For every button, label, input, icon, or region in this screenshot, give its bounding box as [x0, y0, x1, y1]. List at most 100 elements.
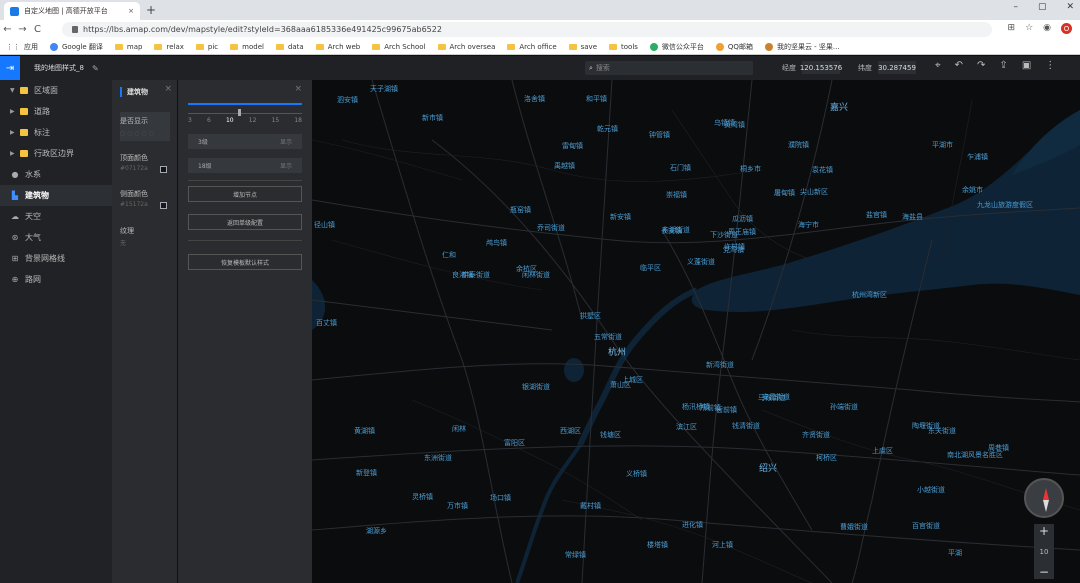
redo-icon[interactable]: ↷: [977, 60, 985, 71]
bookmark-pic[interactable]: pic: [195, 43, 218, 51]
address-bar-row: ← → C https://lbs.amap.com/dev/mapstyle/…: [0, 20, 1080, 39]
map-label: 戴村镇: [580, 502, 601, 510]
compass-south-needle: [1043, 500, 1049, 512]
bookmark-tools[interactable]: tools: [609, 43, 638, 51]
tab-close-icon[interactable]: ×: [128, 7, 134, 15]
bookmark-arch-school[interactable]: Arch School: [372, 43, 426, 51]
locate-icon[interactable]: ⌖: [935, 60, 941, 71]
zoom-node-row[interactable]: 3级 显示: [188, 134, 302, 149]
visibility-toggle[interactable]: ○ ○ ○ ○ ○: [120, 130, 154, 137]
style-panel-title: 建筑物: [120, 87, 148, 97]
map-label: 百丈镇: [316, 319, 337, 327]
bookmark-apps[interactable]: ⋮⋮ 应用: [6, 42, 38, 52]
bookmark-save[interactable]: save: [568, 43, 597, 51]
bookmark-relax[interactable]: relax: [154, 43, 184, 51]
bookmark-map[interactable]: map: [114, 43, 142, 51]
bookmark-model[interactable]: model: [230, 43, 264, 51]
back-icon[interactable]: ←: [0, 24, 15, 35]
compass-icon[interactable]: [1024, 478, 1064, 518]
bookmark-arch-office[interactable]: Arch office: [507, 43, 557, 51]
map-label: 西湖区: [560, 427, 581, 435]
layer-item-building[interactable]: ▙ 建筑物: [0, 185, 112, 206]
layer-group-label[interactable]: ▶ 标注: [0, 122, 112, 143]
minimize-button[interactable]: –: [1013, 2, 1018, 12]
edit-pencil-icon[interactable]: ✎: [92, 64, 99, 73]
lock-icon: [72, 26, 78, 33]
bookmark-jianguoyun[interactable]: 我的坚果云 - 坚果...: [764, 42, 840, 52]
layer-group-area[interactable]: ▼ 区域面: [0, 80, 112, 101]
back-to-single-level-button[interactable]: 返回单级配置: [188, 214, 302, 230]
longitude-value[interactable]: 120.153576: [800, 61, 842, 74]
url-field[interactable]: https://lbs.amap.com/dev/mapstyle/edit?s…: [62, 22, 992, 37]
extension-icon[interactable]: O: [1061, 23, 1072, 34]
map-label: 黄湾镇: [724, 121, 745, 129]
zoom-out-button[interactable]: −: [1039, 565, 1049, 579]
map-label: 闲林: [452, 425, 466, 433]
undo-icon[interactable]: ↶: [955, 60, 963, 71]
browser-tab[interactable]: 自定义地图 | 高德开放平台 ×: [4, 2, 140, 20]
bookmark-google-translate[interactable]: Google 翻译: [50, 42, 103, 52]
map-label: 径山镇: [314, 221, 335, 229]
bookmark-qqmail[interactable]: QQ邮箱: [715, 42, 753, 52]
map-label: 义蓬街道: [687, 258, 715, 266]
app-logo-icon[interactable]: ⇥: [0, 56, 20, 80]
close-window-button[interactable]: ✕: [1066, 2, 1074, 12]
save-icon[interactable]: ▣: [1022, 60, 1031, 71]
zoom-slider-track[interactable]: [188, 113, 302, 114]
divider: [188, 240, 302, 241]
building-icon: ▙: [11, 191, 19, 200]
more-icon[interactable]: ⋮: [1045, 60, 1055, 71]
map-label: 雷甸镇: [562, 142, 583, 150]
map-label: 桐乡市: [740, 165, 761, 173]
close-icon[interactable]: ×: [294, 84, 302, 94]
zoom-node-row[interactable]: 18级 显示: [188, 158, 302, 173]
map-canvas[interactable]: 嘉兴 杭州 绍兴 天子湖镇 泗安镇 和平镇 洛舍镇 新市镇 雷甸镇 乾元镇 钟管…: [312, 80, 1080, 583]
zoom-in-button[interactable]: +: [1039, 524, 1049, 538]
side-color-swatch[interactable]: [160, 202, 167, 209]
bookmark-arch-web[interactable]: Arch web: [315, 43, 360, 51]
bookmark-star-icon[interactable]: ☆: [1025, 23, 1033, 34]
compass-north-needle: [1043, 488, 1049, 500]
add-node-button[interactable]: 增加节点: [188, 186, 302, 202]
tab-title: 自定义地图 | 高德开放平台: [24, 7, 108, 15]
style-panel: 建筑物 × 是否显示 ○ ○ ○ ○ ○ 顶面颜色 #07172a 侧面颜色 #…: [112, 80, 178, 583]
bookmark-data[interactable]: data: [275, 43, 304, 51]
map-label: 乔司街道: [537, 224, 565, 232]
latitude-value[interactable]: 30.287459: [878, 61, 916, 74]
maximize-button[interactable]: ▢: [1038, 2, 1047, 12]
reload-icon[interactable]: C: [30, 24, 45, 35]
map-label: 义桥镇: [626, 470, 647, 478]
search-input[interactable]: ⌕ 搜索: [585, 61, 753, 75]
map-label: 东洲街道: [424, 454, 452, 462]
top-color-swatch[interactable]: [160, 166, 167, 173]
map-label: 中泰街道: [462, 271, 490, 279]
layer-item-sky[interactable]: ☁ 天空: [0, 206, 112, 227]
map-label: 天子湖镇: [370, 85, 398, 93]
layer-item-roadnet[interactable]: ⊕ 路网: [0, 269, 112, 290]
translate-icon[interactable]: ⊞: [1008, 23, 1016, 34]
bookmark-wechat[interactable]: 微信公众平台: [649, 42, 704, 52]
divider: [188, 180, 302, 181]
upload-icon[interactable]: ⇪: [999, 60, 1007, 71]
map-label: 临平区: [640, 264, 661, 272]
new-tab-button[interactable]: +: [146, 3, 156, 17]
reset-template-button[interactable]: 恢复模板默认样式: [188, 254, 302, 270]
bookmarks-bar: ⋮⋮ 应用 Google 翻译 map relax pic model data …: [0, 39, 1080, 55]
layer-group-road[interactable]: ▶ 道路: [0, 101, 112, 122]
map-label-city: 杭州: [608, 348, 627, 358]
account-icon[interactable]: ◉: [1043, 23, 1051, 34]
grid-icon: ⊞: [11, 254, 19, 263]
map-label: 楼塔镇: [647, 541, 668, 549]
forward-icon[interactable]: →: [15, 24, 30, 35]
layer-item-atmosphere[interactable]: ⊛ 大气: [0, 227, 112, 248]
zoom-slider-handle[interactable]: [238, 109, 241, 116]
map-label: 海盐县: [902, 213, 923, 221]
layer-item-grid[interactable]: ⊞ 背景网格线: [0, 248, 112, 269]
layer-group-boundary[interactable]: ▶ 行政区边界: [0, 143, 112, 164]
texture-value[interactable]: 无: [120, 238, 126, 247]
layer-item-water[interactable]: ● 水系: [0, 164, 112, 185]
window-controls: – ▢ ✕: [1013, 2, 1074, 12]
map-label: 上虞区: [872, 447, 893, 455]
bookmark-arch-oversea[interactable]: Arch oversea: [437, 43, 495, 51]
close-icon[interactable]: ×: [164, 84, 172, 94]
